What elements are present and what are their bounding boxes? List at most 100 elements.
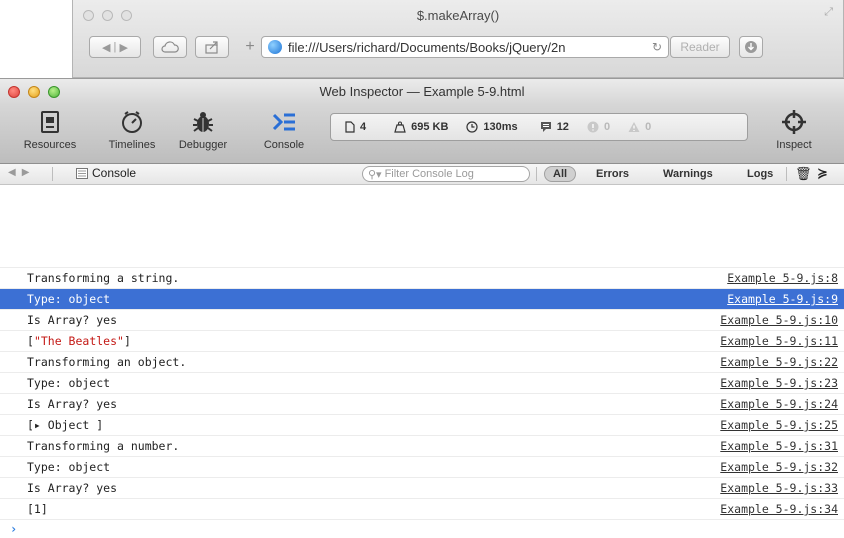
- fullscreen-icon[interactable]: ⤢: [824, 6, 833, 19]
- resource-size[interactable]: 695 KB: [394, 121, 448, 133]
- source-link[interactable]: Example 5-9.js:32: [720, 457, 838, 477]
- plus-icon: +: [245, 38, 255, 55]
- console-message[interactable]: Transforming a number. Example 5-9.js:31: [0, 435, 844, 456]
- scope-all[interactable]: All: [544, 166, 577, 182]
- tab-timelines[interactable]: Timelines: [102, 109, 162, 151]
- console-message[interactable]: Is Array? yes Example 5-9.js:33: [0, 477, 844, 498]
- inspector-toolbar: Resources Timelines Debugger Console 4 6…: [0, 105, 844, 164]
- source-link[interactable]: Example 5-9.js:31: [720, 436, 838, 456]
- console-message[interactable]: Transforming an object. Example 5-9.js:2…: [0, 351, 844, 372]
- console-message[interactable]: [1] Example 5-9.js:34: [0, 498, 844, 519]
- chevron-down-icon[interactable]: ≽: [817, 165, 828, 181]
- log-count-value: 12: [556, 121, 569, 133]
- array-open-bracket: [: [27, 334, 34, 348]
- tab-console[interactable]: Console: [256, 109, 312, 151]
- console-log: Transforming a string. Example 5-9.js:8 …: [0, 267, 844, 538]
- array-close-bracket: ]: [123, 334, 131, 348]
- address-url: file:///Users/richard/Documents/Books/jQ…: [288, 39, 566, 55]
- console-prompt-input[interactable]: ›: [0, 519, 844, 538]
- message-text: Transforming a number.: [27, 439, 180, 453]
- activity-dashboard[interactable]: 4 695 KB 130ms 12 0 0: [330, 113, 748, 141]
- console-message[interactable]: Is Array? yes Example 5-9.js:24: [0, 393, 844, 414]
- console-message[interactable]: ["The Beatles"] Example 5-9.js:11: [0, 330, 844, 351]
- message-text: Type: object: [27, 460, 111, 474]
- resources-icon: [41, 111, 59, 133]
- expandable-object[interactable]: [▸ Object ]: [27, 418, 103, 432]
- back-icon[interactable]: ◀: [102, 41, 110, 54]
- tab-debugger[interactable]: Debugger: [172, 109, 234, 151]
- weight-icon: [394, 121, 406, 133]
- breadcrumb-label: Console: [92, 166, 137, 180]
- divider: [536, 167, 537, 181]
- message-text: Transforming an object.: [27, 355, 187, 369]
- web-inspector-window: Web Inspector — Example 5-9.html Resourc…: [0, 78, 844, 536]
- filter-placeholder: Filter Console Log: [384, 168, 474, 180]
- source-link[interactable]: Example 5-9.js:8: [727, 268, 838, 288]
- scope-warnings[interactable]: Warnings: [663, 166, 713, 182]
- bug-icon: [193, 112, 213, 132]
- source-link[interactable]: Example 5-9.js:33: [720, 478, 838, 498]
- tab-timelines-label: Timelines: [108, 139, 156, 151]
- safari-window-title: $.makeArray(): [416, 8, 500, 23]
- forward-icon[interactable]: ▶: [22, 167, 36, 178]
- string-value: "The Beatles": [33, 334, 124, 348]
- console-message[interactable]: Type: object Example 5-9.js:32: [0, 456, 844, 477]
- scope-logs[interactable]: Logs: [747, 166, 773, 182]
- scope-errors[interactable]: Errors: [596, 166, 629, 182]
- trash-icon[interactable]: 🗑: [795, 166, 812, 182]
- console-message[interactable]: Transforming a string. Example 5-9.js:8: [0, 267, 844, 288]
- share-icon: [205, 40, 218, 54]
- download-icon: [745, 41, 757, 53]
- inspect-button[interactable]: Inspect: [766, 109, 822, 151]
- resource-count-value: 4: [360, 121, 367, 133]
- console-empty-space: [0, 185, 844, 267]
- message-text: Type: object: [27, 292, 111, 306]
- console-log-icon: [76, 167, 88, 179]
- source-link[interactable]: Example 5-9.js:22: [720, 352, 838, 372]
- downloads-button[interactable]: [739, 36, 763, 58]
- warning-count[interactable]: 0: [628, 121, 651, 133]
- reader-button[interactable]: Reader: [670, 36, 730, 58]
- source-link[interactable]: Example 5-9.js:10: [720, 310, 838, 330]
- tab-resources-label: Resources: [23, 139, 77, 151]
- filter-console-input[interactable]: ⚲▾ Filter Console Log: [362, 166, 530, 182]
- message-text: Transforming a string.: [27, 271, 180, 285]
- icloud-tabs-button[interactable]: [153, 36, 187, 58]
- resource-count[interactable]: 4: [345, 121, 366, 133]
- search-icon: ⚲▾: [368, 168, 382, 181]
- console-icon: [272, 113, 295, 131]
- error-count-value: 0: [603, 121, 611, 133]
- tab-debugger-label: Debugger: [178, 139, 228, 151]
- console-message[interactable]: Type: object Example 5-9.js:9: [0, 288, 844, 309]
- log-count[interactable]: 12: [540, 121, 569, 133]
- console-message[interactable]: [▸ Object ] Example 5-9.js:25: [0, 414, 844, 435]
- source-link[interactable]: Example 5-9.js:25: [720, 415, 838, 435]
- inspect-label: Inspect: [776, 139, 812, 151]
- message-text: Is Array? yes: [27, 481, 118, 495]
- divider: [786, 167, 787, 181]
- breadcrumb[interactable]: Console: [76, 166, 136, 180]
- divider: [52, 167, 53, 181]
- new-tab-button[interactable]: +: [239, 36, 261, 58]
- message-text: Type: object: [27, 376, 111, 390]
- source-link[interactable]: Example 5-9.js:9: [727, 289, 838, 309]
- stopwatch-icon: [122, 111, 142, 133]
- warning-icon: [628, 122, 640, 132]
- reload-icon[interactable]: ↻: [652, 40, 662, 54]
- back-icon[interactable]: ◀: [8, 167, 22, 178]
- source-link[interactable]: Example 5-9.js:34: [720, 499, 838, 519]
- source-link[interactable]: Example 5-9.js:24: [720, 394, 838, 414]
- console-message[interactable]: Type: object Example 5-9.js:23: [0, 372, 844, 393]
- source-link[interactable]: Example 5-9.js:11: [720, 331, 838, 351]
- resource-size-value: 695 KB: [411, 121, 449, 133]
- tab-resources[interactable]: Resources: [20, 109, 80, 151]
- share-button[interactable]: [195, 36, 229, 58]
- source-link[interactable]: Example 5-9.js:23: [720, 373, 838, 393]
- load-time[interactable]: 130ms: [466, 121, 518, 133]
- load-time-value: 130ms: [483, 121, 518, 133]
- forward-icon[interactable]: ▶: [119, 41, 127, 54]
- address-bar[interactable]: file:///Users/richard/Documents/Books/jQ…: [261, 36, 669, 58]
- back-forward-buttons[interactable]: ◀ | ▶: [89, 36, 141, 58]
- error-count[interactable]: 0: [587, 121, 610, 133]
- console-message[interactable]: Is Array? yes Example 5-9.js:10: [0, 309, 844, 330]
